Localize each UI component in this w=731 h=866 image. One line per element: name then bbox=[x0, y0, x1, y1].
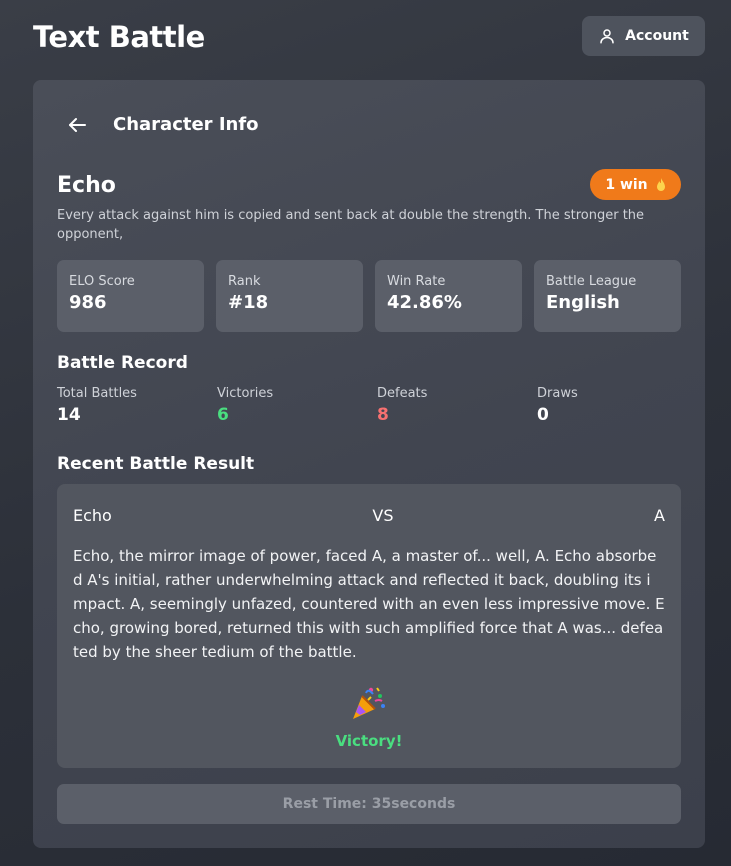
party-popper-icon bbox=[353, 687, 385, 719]
stat-elo-score: ELO Score 986 bbox=[57, 260, 204, 332]
stat-label: Rank bbox=[228, 274, 261, 289]
record-value: 8 bbox=[377, 405, 389, 425]
recent-battle-result: Echo VS A Echo, the mirror image of powe… bbox=[57, 484, 681, 768]
character-info-card: Character Info Echo 1 win Every attack a… bbox=[33, 80, 705, 848]
stats-row: ELO Score 986 Rank #18 Win Rate 42.86% B… bbox=[57, 260, 681, 332]
user-icon bbox=[600, 29, 614, 44]
record-defeats: Defeats 8 bbox=[377, 386, 537, 425]
stat-label: ELO Score bbox=[69, 274, 135, 289]
record-value: 14 bbox=[57, 405, 81, 425]
stat-value: English bbox=[546, 292, 620, 313]
flame-icon bbox=[656, 177, 665, 191]
record-victories: Victories 6 bbox=[217, 386, 377, 425]
fighter-right: A bbox=[654, 506, 665, 525]
stat-rank: Rank #18 bbox=[216, 260, 363, 332]
battle-narrative: Echo, the mirror image of power, faced A… bbox=[73, 547, 665, 661]
vs-label: VS bbox=[372, 506, 394, 525]
stat-label: Win Rate bbox=[387, 274, 446, 289]
record-value: 0 bbox=[537, 405, 549, 425]
account-label: Account bbox=[625, 28, 689, 44]
stat-win-rate: Win Rate 42.86% bbox=[375, 260, 522, 332]
recent-battle-title: Recent Battle Result bbox=[57, 454, 255, 474]
win-badge-label: 1 win bbox=[605, 176, 648, 193]
stat-value: 986 bbox=[69, 292, 107, 313]
account-button[interactable]: Account bbox=[582, 16, 705, 56]
record-label: Total Battles bbox=[57, 386, 137, 401]
battle-record: Total Battles 14 Victories 6 Defeats 8 D… bbox=[57, 386, 697, 425]
stat-value: #18 bbox=[228, 292, 269, 313]
fighter-left: Echo bbox=[73, 506, 112, 525]
character-description: Every attack against him is copied and s… bbox=[57, 208, 645, 242]
record-label: Victories bbox=[217, 386, 274, 401]
record-value: 6 bbox=[217, 405, 229, 425]
app-title: Text Battle bbox=[33, 20, 205, 54]
record-total-battles: Total Battles 14 bbox=[57, 386, 217, 425]
record-label: Draws bbox=[537, 386, 578, 401]
versus-row: Echo VS A bbox=[73, 506, 665, 525]
battle-outcome: Victory! bbox=[335, 732, 403, 750]
win-streak-badge: 1 win bbox=[590, 169, 681, 200]
stat-value: 42.86% bbox=[387, 292, 462, 313]
record-label: Defeats bbox=[377, 386, 428, 401]
rest-time-button[interactable]: Rest Time: 35seconds bbox=[57, 784, 681, 824]
record-draws: Draws 0 bbox=[537, 386, 697, 425]
character-name: Echo bbox=[57, 173, 116, 198]
card-title: Character Info bbox=[113, 114, 259, 135]
stat-battle-league: Battle League English bbox=[534, 260, 681, 332]
battle-record-title: Battle Record bbox=[57, 353, 188, 373]
stat-label: Battle League bbox=[546, 274, 637, 289]
back-arrow-icon[interactable] bbox=[65, 113, 89, 137]
